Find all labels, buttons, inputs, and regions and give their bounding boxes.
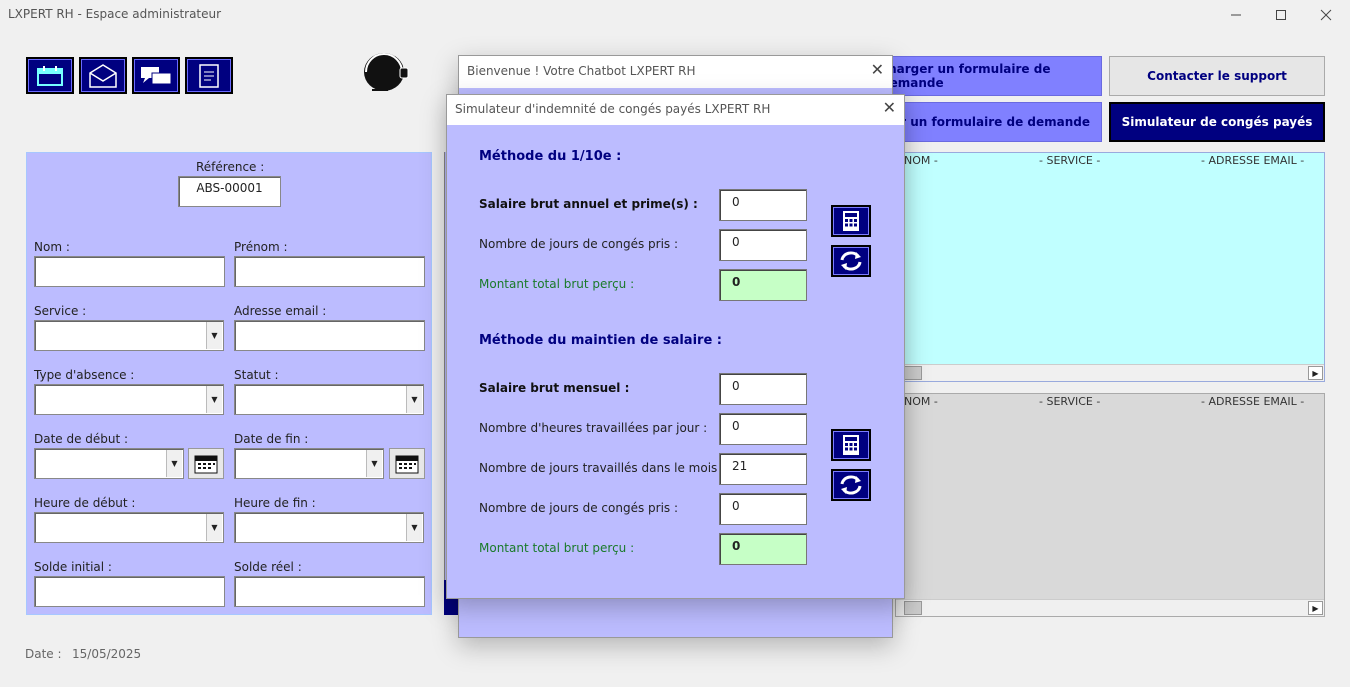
email-field[interactable]: [234, 320, 425, 351]
simulator-button[interactable]: Simulateur de congés payés: [1109, 102, 1325, 142]
m2-salary-field[interactable]: 0: [719, 373, 807, 405]
calculator-icon[interactable]: [831, 205, 871, 237]
m2-days-field[interactable]: 0: [719, 493, 807, 525]
m2-hours-field[interactable]: 0: [719, 413, 807, 445]
scroll-right-arrow-icon[interactable]: ▶: [1308, 601, 1323, 615]
prenom-label: Prénom :: [234, 240, 288, 254]
email-label: Adresse email :: [234, 304, 327, 318]
simulator-dialog[interactable]: Simulateur d'indemnité de congés payés L…: [446, 94, 905, 599]
date-debut-select[interactable]: ▼: [34, 448, 184, 479]
service-select[interactable]: ▼: [34, 320, 224, 351]
scrollbar-thumb[interactable]: [904, 601, 922, 615]
download-form-button[interactable]: er un formulaire de demande: [880, 102, 1102, 142]
column-service: - SERVICE -: [1039, 395, 1101, 408]
refresh-icon[interactable]: [831, 245, 871, 277]
document-icon[interactable]: [185, 57, 233, 94]
heure-debut-label: Heure de début :: [34, 496, 136, 510]
date-value: 15/05/2025: [72, 647, 142, 661]
service-label: Service :: [34, 304, 87, 318]
statut-select[interactable]: ▼: [234, 384, 424, 415]
solde-reel-label: Solde réel :: [234, 560, 302, 574]
absence-list-top[interactable]: NOM - - SERVICE - - ADRESSE EMAIL - ▶: [895, 152, 1325, 382]
date-fin-label: Date de fin :: [234, 432, 309, 446]
chevron-down-icon[interactable]: ▼: [166, 450, 182, 477]
chevron-down-icon[interactable]: ▼: [206, 386, 222, 413]
absence-form: Référence : ABS-00001 Nom : Prénom : Ser…: [26, 152, 432, 615]
m1-total-label: Montant total brut perçu :: [479, 277, 635, 291]
contact-support-button[interactable]: Contacter le support: [1109, 56, 1325, 96]
upload-form-button[interactable]: charger un formulaire de demande: [880, 56, 1102, 96]
chatbot-title: Bienvenue ! Votre Chatbot LXPERT RH: [467, 64, 696, 78]
m1-total-field: 0: [719, 269, 807, 301]
window-title: LXPERT RH - Espace administrateur: [8, 7, 222, 21]
close-icon[interactable]: ✕: [871, 60, 884, 79]
simulator-title: Simulateur d'indemnité de congés payés L…: [455, 102, 771, 116]
type-absence-label: Type d'absence :: [34, 368, 135, 382]
reference-field[interactable]: ABS-00001: [178, 176, 281, 207]
method2-title: Méthode du maintien de salaire :: [479, 333, 722, 348]
m1-days-label: Nombre de jours de congés pris :: [479, 237, 679, 251]
solde-reel-field[interactable]: [234, 576, 425, 607]
column-email: - ADRESSE EMAIL -: [1201, 154, 1305, 167]
scroll-right-arrow-icon[interactable]: ▶: [1308, 366, 1323, 380]
m2-days-label: Nombre de jours de congés pris :: [479, 501, 679, 515]
solde-initial-field[interactable]: [34, 576, 225, 607]
heure-debut-select[interactable]: ▼: [34, 512, 224, 543]
horizontal-scrollbar[interactable]: ▶: [896, 599, 1324, 616]
nom-label: Nom :: [34, 240, 70, 254]
reference-label: Référence :: [196, 160, 265, 174]
heure-fin-select[interactable]: ▼: [234, 512, 424, 543]
support-headset-icon[interactable]: [360, 50, 412, 96]
m1-salary-label: Salaire brut annuel et prime(s) :: [479, 197, 698, 211]
email-icon[interactable]: [79, 57, 127, 94]
column-nom: NOM -: [904, 154, 938, 167]
prenom-field[interactable]: [234, 256, 425, 287]
date-fin-calendar-icon[interactable]: [389, 448, 425, 479]
horizontal-scrollbar[interactable]: ▶: [896, 364, 1324, 381]
statut-label: Statut :: [234, 368, 279, 382]
chat-icon[interactable]: [132, 57, 180, 94]
m2-hours-label: Nombre d'heures travaillées par jour :: [479, 421, 708, 435]
close-button[interactable]: [1303, 0, 1349, 30]
m1-salary-field[interactable]: 0: [719, 189, 807, 221]
m2-workdays-label: Nombre de jours travaillés dans le mois …: [479, 461, 726, 475]
absence-list-bottom[interactable]: NOM - - SERVICE - - ADRESSE EMAIL - ▶: [895, 393, 1325, 617]
nom-field[interactable]: [34, 256, 225, 287]
refresh-icon[interactable]: [831, 469, 871, 501]
chevron-down-icon[interactable]: ▼: [406, 514, 422, 541]
chevron-down-icon[interactable]: ▼: [406, 386, 422, 413]
m2-workdays-field[interactable]: 21: [719, 453, 807, 485]
method1-title: Méthode du 1/10e :: [479, 149, 622, 164]
heure-fin-label: Heure de fin :: [234, 496, 316, 510]
column-service: - SERVICE -: [1039, 154, 1101, 167]
column-nom: NOM -: [904, 395, 938, 408]
date-fin-select[interactable]: ▼: [234, 448, 384, 479]
chevron-down-icon[interactable]: ▼: [366, 450, 382, 477]
date-debut-calendar-icon[interactable]: [188, 448, 224, 479]
solde-initial-label: Solde initial :: [34, 560, 112, 574]
chevron-down-icon[interactable]: ▼: [206, 514, 222, 541]
calendar-icon[interactable]: [26, 57, 74, 94]
minimize-button[interactable]: [1213, 0, 1259, 30]
m2-salary-label: Salaire brut mensuel :: [479, 381, 630, 395]
date-debut-label: Date de début :: [34, 432, 129, 446]
scrollbar-thumb[interactable]: [904, 366, 922, 380]
date-label: Date :: [25, 647, 62, 661]
type-absence-select[interactable]: ▼: [34, 384, 224, 415]
m2-total-label: Montant total brut perçu :: [479, 541, 635, 555]
chevron-down-icon[interactable]: ▼: [206, 322, 222, 349]
column-email: - ADRESSE EMAIL -: [1201, 395, 1305, 408]
close-icon[interactable]: ✕: [883, 98, 896, 117]
m2-total-field: 0: [719, 533, 807, 565]
calculator-icon[interactable]: [831, 429, 871, 461]
m1-days-field[interactable]: 0: [719, 229, 807, 261]
maximize-button[interactable]: [1258, 0, 1304, 30]
title-bar: LXPERT RH - Espace administrateur: [0, 0, 1350, 30]
